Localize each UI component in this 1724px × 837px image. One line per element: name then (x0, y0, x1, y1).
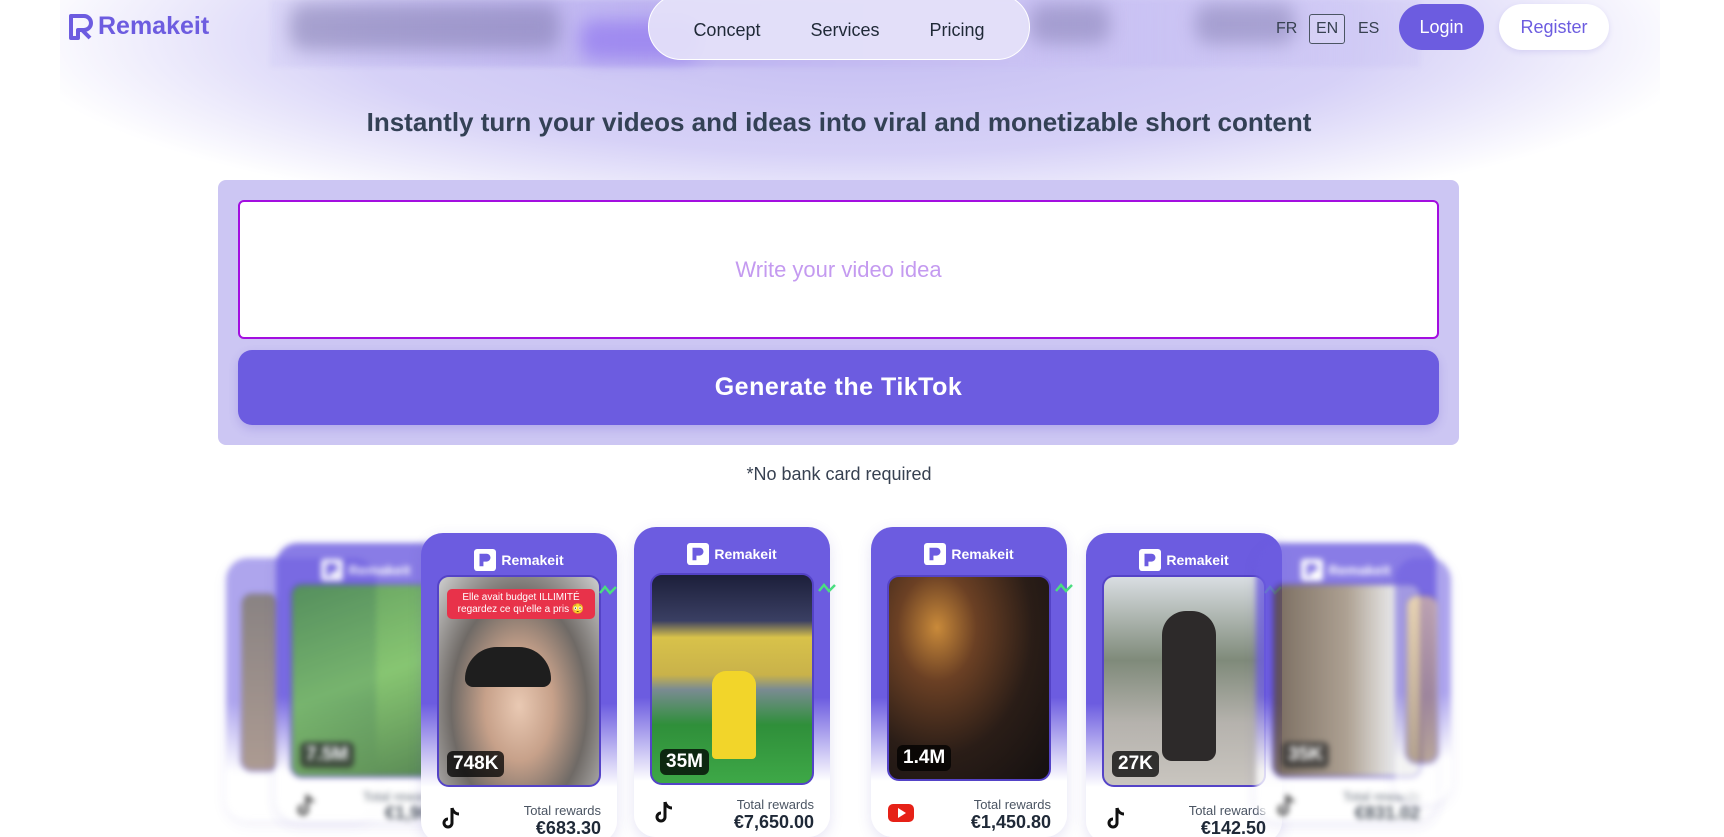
login-button[interactable]: Login (1399, 4, 1484, 50)
youtube-icon (888, 804, 914, 822)
logo[interactable]: Remakeit (68, 12, 209, 41)
rewards-value: €831.02 (1354, 803, 1420, 823)
blurred-banner-item (290, 4, 560, 50)
hero-headline: Instantly turn your videos and ideas int… (366, 107, 1312, 137)
tiktok-icon (297, 794, 315, 816)
video-card-faded (1395, 558, 1451, 803)
nav-item-pricing[interactable]: Pricing (930, 20, 985, 41)
video-card[interactable]: Remakeit 27K Total rewards €142.50 (1086, 533, 1282, 837)
video-thumbnail (1405, 594, 1439, 764)
nav-item-services[interactable]: Services (810, 20, 879, 41)
logo-icon (1301, 559, 1324, 581)
lang-es[interactable]: ES (1352, 14, 1385, 44)
rewards-value: €142.50 (1200, 818, 1266, 837)
video-thumbnail (240, 592, 280, 772)
wave-icon (818, 583, 836, 593)
video-thumbnail: 27K (1102, 575, 1266, 787)
costume-figure (1162, 611, 1216, 761)
view-count: 35K (1282, 742, 1329, 768)
rewards-label: Total rewards (736, 797, 814, 812)
rewards-label: Total rewards (973, 797, 1051, 812)
rewards-value: €683.30 (535, 818, 601, 837)
logo-icon (69, 13, 93, 40)
rewards-value: €1,450.80 (970, 812, 1051, 832)
wave-icon (599, 585, 617, 595)
tiktok-icon (1107, 807, 1125, 829)
tiktok-icon (655, 801, 673, 823)
register-button[interactable]: Register (1499, 4, 1609, 50)
logo-icon (321, 559, 344, 581)
video-thumbnail: Elle avait budget ILLIMITÉ regardez ce q… (437, 575, 601, 787)
generate-tiktok-button[interactable]: Generate the TikTok (238, 350, 1439, 425)
view-count: 27K (1112, 751, 1159, 777)
video-card[interactable]: Remakeit 1.4M Total rewards €1,450.80 (871, 527, 1073, 837)
video-thumbnail: 1.4M (887, 575, 1051, 781)
card-brand: Remakeit (871, 543, 1067, 565)
cap-shape (465, 647, 551, 687)
blurred-banner-item (1030, 4, 1110, 44)
logo-icon (1139, 549, 1162, 571)
tiktok-icon (1277, 794, 1295, 816)
no-card-note: *No bank card required (746, 464, 932, 484)
video-caption: Elle avait budget ILLIMITÉ regardez ce q… (447, 589, 595, 619)
view-count: 1.4M (897, 745, 952, 771)
rewards-value: €7,650.00 (733, 812, 814, 832)
wave-icon (1055, 583, 1073, 593)
main-nav: Concept Services Pricing (648, 0, 1030, 60)
logo-icon (474, 549, 497, 571)
logo-icon (687, 543, 710, 565)
rewards-label: Total rewards (523, 803, 601, 818)
lang-fr[interactable]: FR (1270, 14, 1303, 44)
logo-icon (924, 543, 947, 565)
player-shirt (712, 671, 756, 759)
view-count: 7.5M (300, 742, 355, 768)
nav-item-concept[interactable]: Concept (693, 20, 760, 41)
rewards-label: Total rewards (1188, 803, 1266, 818)
lang-en[interactable]: EN (1309, 14, 1346, 44)
video-thumbnail: 35M (650, 573, 814, 785)
video-card[interactable]: Remakeit Elle avait budget ILLIMITÉ rega… (421, 533, 617, 837)
tiktok-icon (442, 807, 460, 829)
card-brand: Remakeit (1086, 549, 1282, 571)
card-brand: Remakeit (421, 549, 617, 571)
video-card[interactable]: Remakeit 35M Total rewards €7,650.00 (634, 527, 836, 837)
view-count: 35M (660, 749, 709, 775)
view-count: 748K (447, 751, 505, 777)
video-idea-input[interactable]: Write your video idea (238, 200, 1439, 339)
logo-text: Remakeit (98, 12, 210, 40)
video-thumbnail: 7.5M (290, 583, 440, 778)
card-brand: Remakeit (634, 543, 830, 565)
